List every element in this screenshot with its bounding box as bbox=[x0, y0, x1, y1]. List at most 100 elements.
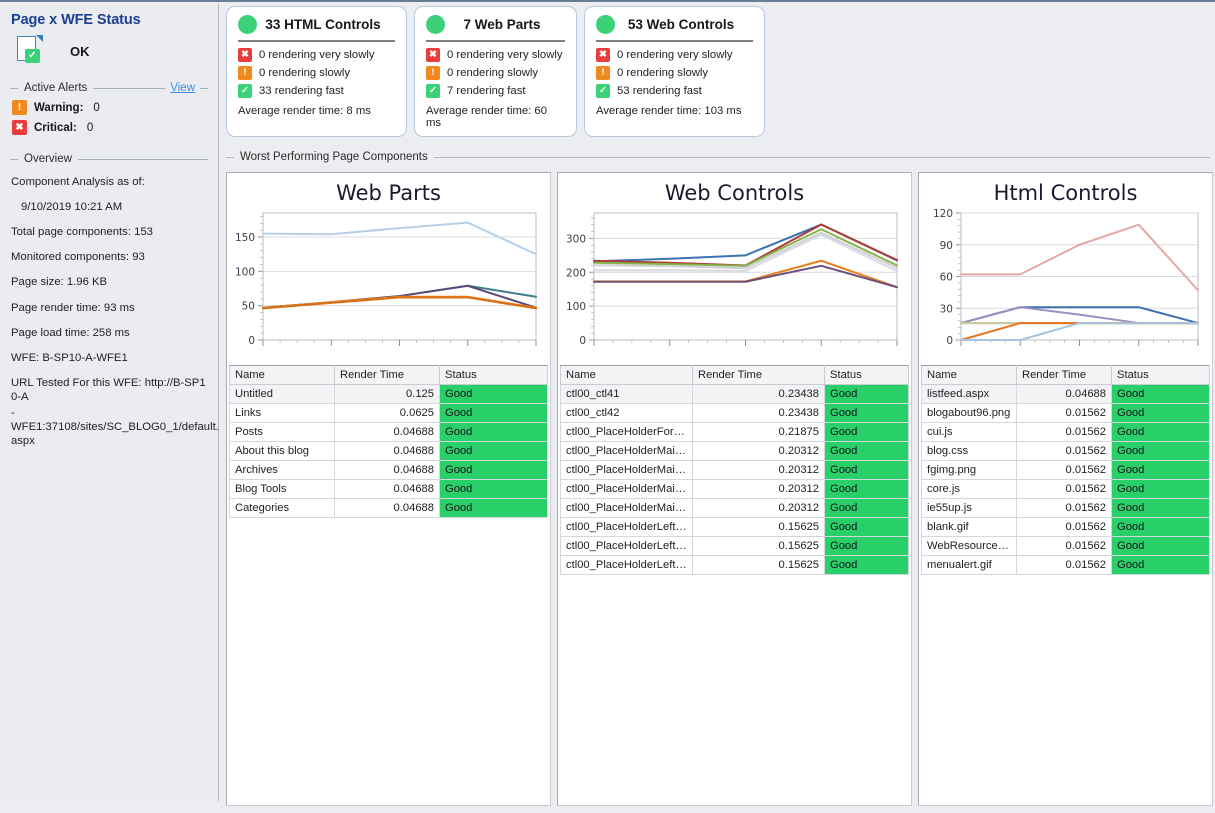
slow-row: ! 0 rendering slowly bbox=[238, 66, 395, 80]
table-row[interactable]: Links0.0625Good bbox=[230, 404, 548, 423]
critical-icon: ✖ bbox=[426, 48, 440, 62]
table-row[interactable]: blogabout96.png0.01562Good bbox=[922, 404, 1210, 423]
component-panels: Web Parts 050100150 Name Render Time Sta… bbox=[226, 172, 1210, 806]
col-render-time[interactable]: Render Time bbox=[335, 366, 440, 385]
overall-status: ✓ OK bbox=[16, 36, 208, 66]
cell-render-time: 0.20312 bbox=[693, 442, 825, 461]
cell-status: Good bbox=[825, 499, 909, 518]
col-name[interactable]: Name bbox=[561, 366, 693, 385]
table-row[interactable]: ctl00_PlaceHolderLeftN...0.15625Good bbox=[561, 537, 909, 556]
cell-status: Good bbox=[1112, 480, 1210, 499]
monitored-components: Monitored components: 93 bbox=[11, 250, 208, 264]
table-row[interactable]: blank.gif0.01562Good bbox=[922, 518, 1210, 537]
analysis-timestamp: 9/10/2019 10:21 AM bbox=[21, 200, 208, 214]
cell-name: WebResource.axd bbox=[922, 537, 1017, 556]
cell-name: About this blog bbox=[230, 442, 335, 461]
cell-render-time: 0.01562 bbox=[1017, 518, 1112, 537]
critical-icon: ✖ bbox=[596, 48, 610, 62]
col-name[interactable]: Name bbox=[922, 366, 1017, 385]
cell-status: Good bbox=[1112, 423, 1210, 442]
table-row[interactable]: Categories0.04688Good bbox=[230, 499, 548, 518]
cell-status: Good bbox=[825, 385, 909, 404]
table-row[interactable]: Posts0.04688Good bbox=[230, 423, 548, 442]
card-title: 53 Web Controls bbox=[615, 17, 753, 32]
card-html-controls[interactable]: 33 HTML Controls ✖ 0 rendering very slow… bbox=[226, 6, 407, 137]
slow-text: 0 rendering slowly bbox=[447, 67, 538, 79]
check-icon: ✓ bbox=[426, 84, 440, 98]
card-header: 7 Web Parts bbox=[426, 15, 565, 42]
table-row[interactable]: About this blog0.04688Good bbox=[230, 442, 548, 461]
very-slow-text: 0 rendering very slowly bbox=[617, 49, 733, 61]
fast-row: ✓ 7 rendering fast bbox=[426, 84, 565, 98]
warning-count: 0 bbox=[93, 102, 99, 114]
cell-render-time: 0.01562 bbox=[1017, 461, 1112, 480]
svg-text:100: 100 bbox=[566, 301, 586, 313]
cell-render-time: 0.01562 bbox=[1017, 404, 1112, 423]
panel-empty-space bbox=[229, 518, 548, 803]
slow-row: ! 0 rendering slowly bbox=[596, 66, 753, 80]
table-row[interactable]: ctl00_PlaceHolderMain_...0.20312Good bbox=[561, 480, 909, 499]
col-render-time[interactable]: Render Time bbox=[693, 366, 825, 385]
table-row[interactable]: blog.css0.01562Good bbox=[922, 442, 1210, 461]
cell-status: Good bbox=[1112, 556, 1210, 575]
cell-status: Good bbox=[1112, 385, 1210, 404]
page-load-time: Page load time: 258 ms bbox=[11, 326, 208, 340]
cell-name: Blog Tools bbox=[230, 480, 335, 499]
table-row[interactable]: cui.js0.01562Good bbox=[922, 423, 1210, 442]
cell-status: Good bbox=[440, 404, 548, 423]
table-web-parts: Name Render Time Status Untitled0.125Goo… bbox=[229, 365, 548, 518]
table-row[interactable]: ctl00_PlaceHolderLeftN...0.15625Good bbox=[561, 556, 909, 575]
wfe-name: WFE: B-SP10-A-WFE1 bbox=[11, 351, 208, 365]
very-slow-row: ✖ 0 rendering very slowly bbox=[238, 48, 395, 62]
cell-name: ctl00_PlaceHolderLeftN... bbox=[561, 537, 693, 556]
table-header-row: Name Render Time Status bbox=[230, 366, 548, 385]
col-render-time[interactable]: Render Time bbox=[1017, 366, 1112, 385]
url-tested-line-3: WFE1:37108/sites/SC_BLOG0_1/default. bbox=[11, 420, 208, 434]
cell-status: Good bbox=[825, 404, 909, 423]
svg-text:90: 90 bbox=[940, 240, 953, 252]
warning-label: Warning: bbox=[34, 102, 83, 114]
url-tested-line-1: URL Tested For this WFE: http://B-SP10-A bbox=[11, 376, 208, 404]
col-status[interactable]: Status bbox=[825, 366, 909, 385]
table-row[interactable]: ctl00_PlaceHolderMain_...0.20312Good bbox=[561, 442, 909, 461]
svg-text:150: 150 bbox=[235, 232, 255, 244]
table-row[interactable]: core.js0.01562Good bbox=[922, 480, 1210, 499]
table-row[interactable]: WebResource.axd0.01562Good bbox=[922, 537, 1210, 556]
cell-name: listfeed.aspx bbox=[922, 385, 1017, 404]
table-row[interactable]: fgimg.png0.01562Good bbox=[922, 461, 1210, 480]
cell-status: Good bbox=[825, 556, 909, 575]
table-row[interactable]: menualert.gif0.01562Good bbox=[922, 556, 1210, 575]
table-row[interactable]: ctl00_PlaceHolderFormD...0.21875Good bbox=[561, 423, 909, 442]
very-slow-text: 0 rendering very slowly bbox=[259, 49, 375, 61]
table-row[interactable]: Blog Tools0.04688Good bbox=[230, 480, 548, 499]
cell-name: cui.js bbox=[922, 423, 1017, 442]
cell-render-time: 0.04688 bbox=[1017, 385, 1112, 404]
table-row[interactable]: Archives0.04688Good bbox=[230, 461, 548, 480]
page-render-time: Page render time: 93 ms bbox=[11, 301, 208, 315]
card-web-parts[interactable]: 7 Web Parts ✖ 0 rendering very slowly ! … bbox=[414, 6, 577, 137]
cell-render-time: 0.23438 bbox=[693, 404, 825, 423]
col-status[interactable]: Status bbox=[440, 366, 548, 385]
view-alerts-link[interactable]: View bbox=[165, 82, 200, 94]
cell-name: Archives bbox=[230, 461, 335, 480]
table-row[interactable]: ie55up.js0.01562Good bbox=[922, 499, 1210, 518]
table-row[interactable]: listfeed.aspx0.04688Good bbox=[922, 385, 1210, 404]
cell-render-time: 0.21875 bbox=[693, 423, 825, 442]
slow-text: 0 rendering slowly bbox=[617, 67, 708, 79]
table-row[interactable]: ctl00_ctl420.23438Good bbox=[561, 404, 909, 423]
table-row[interactable]: ctl00_ctl410.23438Good bbox=[561, 385, 909, 404]
cell-status: Good bbox=[825, 537, 909, 556]
table-row[interactable]: ctl00_PlaceHolderLeftN...0.15625Good bbox=[561, 518, 909, 537]
critical-icon: ✖ bbox=[238, 48, 252, 62]
cell-render-time: 0.23438 bbox=[693, 385, 825, 404]
card-web-controls[interactable]: 53 Web Controls ✖ 0 rendering very slowl… bbox=[584, 6, 765, 137]
col-name[interactable]: Name bbox=[230, 366, 335, 385]
table-row[interactable]: ctl00_PlaceHolderMain_...0.20312Good bbox=[561, 499, 909, 518]
green-status-dot-icon bbox=[426, 15, 445, 34]
table-row[interactable]: ctl00_PlaceHolderMain_...0.20312Good bbox=[561, 461, 909, 480]
svg-text:0: 0 bbox=[248, 335, 255, 347]
table-row[interactable]: Untitled0.125Good bbox=[230, 385, 548, 404]
cell-render-time: 0.04688 bbox=[335, 480, 440, 499]
critical-label: Critical: bbox=[34, 122, 77, 134]
col-status[interactable]: Status bbox=[1112, 366, 1210, 385]
